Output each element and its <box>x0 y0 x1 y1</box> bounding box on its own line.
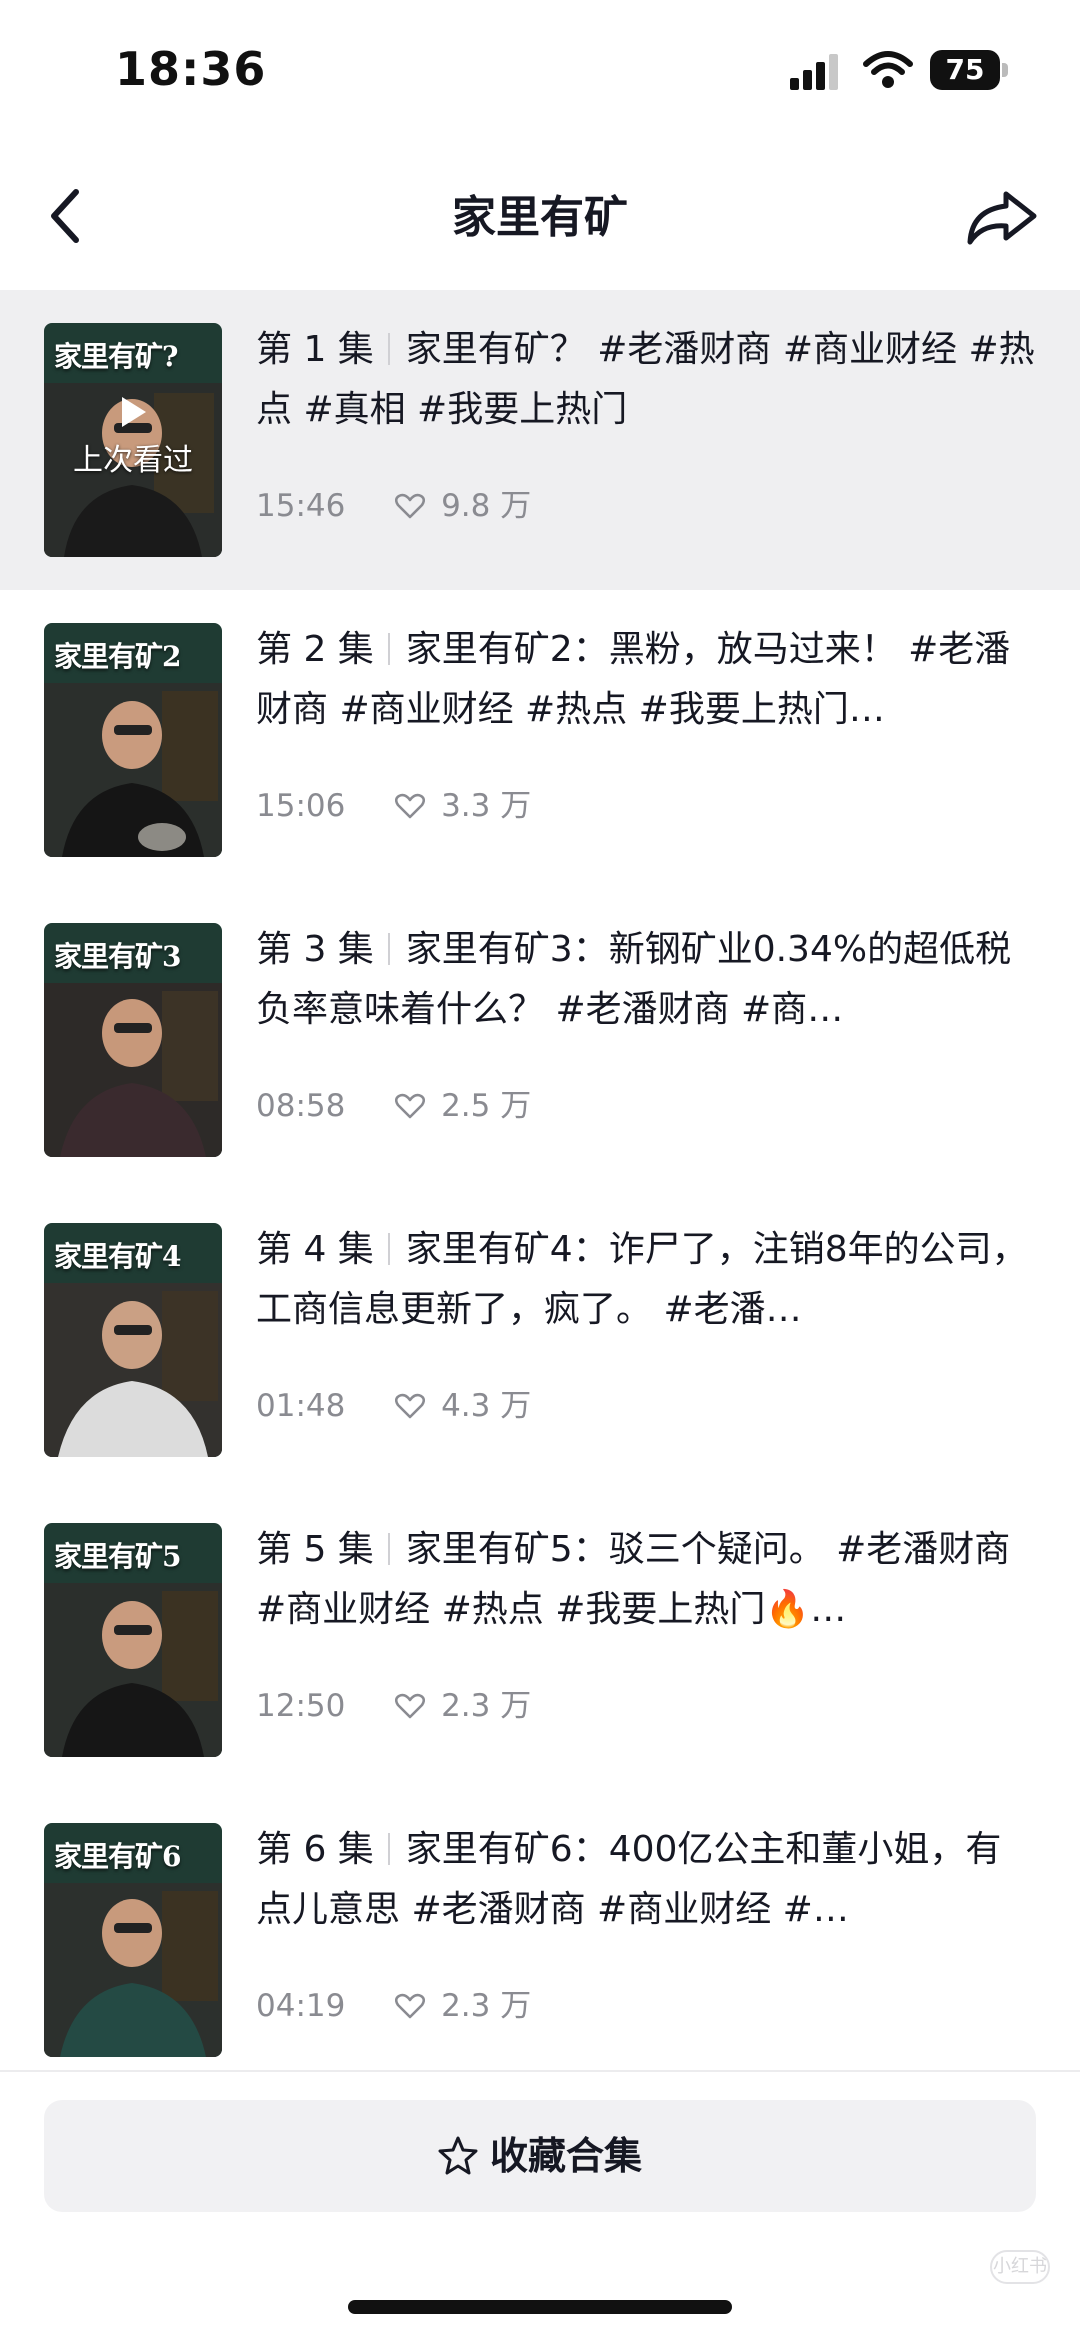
battery-level: 75 <box>930 50 1000 90</box>
episode-meta: 12:50 2.3 万 <box>256 1686 531 1726</box>
episode-title: 第 4 集家里有矿4：诈尸了，注销8年的公司，工商信息更新了，疯了。 #老潘… <box>256 1220 1036 1340</box>
episode-number: 第 2 集 <box>256 629 374 670</box>
episode-duration: 15:46 <box>256 488 346 524</box>
thumbnail-title: 家里有矿6 <box>54 1840 181 1873</box>
episode-item[interactable]: 家里有矿2 第 2 集家里有矿2：黑粉，放马过来！ #老潘财商 #商业财经 #热… <box>0 590 1080 890</box>
episode-meta: 15:06 3.3 万 <box>256 786 531 826</box>
heart-icon <box>395 493 426 519</box>
episode-title: 第 3 集家里有矿3：新钢矿业0.34%的超低税负率意味着什么？ #老潘财商 #… <box>256 920 1036 1040</box>
status-time: 18:36 <box>115 42 267 96</box>
episode-duration: 04:19 <box>256 1988 346 2024</box>
thumbnail-title: 家里有矿2 <box>54 640 181 673</box>
episode-duration: 15:06 <box>256 788 346 824</box>
thumbnail-title: 家里有矿3 <box>54 940 181 973</box>
page-title: 家里有矿 <box>452 192 628 243</box>
last-watched-label: 上次看过 <box>73 443 193 478</box>
episode-duration: 01:48 <box>256 1388 346 1424</box>
episode-number: 第 3 集 <box>256 929 374 970</box>
cellular-icon <box>790 54 838 90</box>
episode-meta: 08:58 2.5 万 <box>256 1086 531 1126</box>
episode-thumbnail[interactable]: 家里有矿2 <box>44 623 222 857</box>
play-icon <box>122 397 146 427</box>
star-icon <box>438 2136 478 2175</box>
episode-item[interactable]: 家里有矿? 上次看过 第 1 集家里有矿？ #老潘财商 #商业财经 #热点 #真… <box>0 290 1080 590</box>
heart-icon <box>395 1093 426 1119</box>
divider <box>387 333 390 365</box>
home-indicator[interactable] <box>348 2300 732 2314</box>
heart-icon <box>395 1993 426 2019</box>
episode-title: 第 1 集家里有矿？ #老潘财商 #商业财经 #热点 #真相 #我要上热门 <box>256 320 1036 440</box>
status-bar: 18:36 75 <box>0 0 1080 150</box>
episode-meta: 15:46 9.8 万 <box>256 486 531 526</box>
episode-duration: 08:58 <box>256 1088 346 1124</box>
episode-meta: 04:19 2.3 万 <box>256 1986 531 2026</box>
nav-bar: 家里有矿 <box>0 150 1080 290</box>
divider <box>387 1533 390 1565</box>
thumbnail-title: 家里有矿? <box>54 340 178 373</box>
episode-thumbnail[interactable]: 家里有矿6 <box>44 1823 222 2057</box>
episode-likes: 3.3 万 <box>441 788 532 824</box>
divider <box>387 633 390 665</box>
thumbnail-title: 家里有矿4 <box>54 1240 181 1273</box>
episode-number: 第 4 集 <box>256 1229 374 1270</box>
episode-number: 第 5 集 <box>256 1529 374 1570</box>
bottom-divider <box>0 2070 1080 2072</box>
episode-item[interactable]: 家里有矿5 第 5 集家里有矿5：驳三个疑问。 #老潘财商 #商业财经 #热点 … <box>0 1490 1080 1790</box>
episode-thumbnail[interactable]: 家里有矿? 上次看过 <box>44 323 222 557</box>
heart-icon <box>395 1693 426 1719</box>
battery-icon: 75 <box>930 50 1008 90</box>
divider <box>387 1233 390 1265</box>
episode-meta: 01:48 4.3 万 <box>256 1386 531 1426</box>
episode-likes: 2.5 万 <box>441 1088 532 1124</box>
heart-icon <box>395 793 426 819</box>
episode-thumbnail[interactable]: 家里有矿3 <box>44 923 222 1157</box>
watermark: 小红书 <box>990 2250 1050 2284</box>
episode-likes: 2.3 万 <box>441 1688 532 1724</box>
episode-number: 第 1 集 <box>256 329 374 370</box>
episode-thumbnail[interactable]: 家里有矿5 <box>44 1523 222 1757</box>
episode-title: 第 5 集家里有矿5：驳三个疑问。 #老潘财商 #商业财经 #热点 #我要上热门… <box>256 1520 1036 1640</box>
back-icon[interactable] <box>36 176 116 256</box>
episode-item[interactable]: 家里有矿3 第 3 集家里有矿3：新钢矿业0.34%的超低税负率意味着什么？ #… <box>0 890 1080 1190</box>
episode-title: 第 6 集家里有矿6：400亿公主和董小姐，有点儿意思 #老潘财商 #商业财经 … <box>256 1820 1036 1940</box>
resume-overlay: 上次看过 <box>44 395 222 479</box>
episode-likes: 4.3 万 <box>441 1388 532 1424</box>
divider <box>387 933 390 965</box>
episode-list[interactable]: 家里有矿? 上次看过 第 1 集家里有矿？ #老潘财商 #商业财经 #热点 #真… <box>0 290 1080 2070</box>
thumbnail-title: 家里有矿5 <box>54 1540 181 1573</box>
wifi-icon <box>863 51 913 88</box>
collect-collection-button[interactable]: 收藏合集 <box>44 2100 1036 2212</box>
episode-duration: 12:50 <box>256 1688 346 1724</box>
episode-number: 第 6 集 <box>256 1829 374 1870</box>
episode-thumbnail[interactable]: 家里有矿4 <box>44 1223 222 1457</box>
episode-item[interactable]: 家里有矿4 第 4 集家里有矿4：诈尸了，注销8年的公司，工商信息更新了，疯了。… <box>0 1190 1080 1490</box>
episode-item[interactable]: 家里有矿6 第 6 集家里有矿6：400亿公主和董小姐，有点儿意思 #老潘财商 … <box>0 1790 1080 2070</box>
divider <box>387 1833 390 1865</box>
heart-icon <box>395 1393 426 1419</box>
collect-label: 收藏合集 <box>489 2134 642 2178</box>
share-icon[interactable] <box>960 176 1044 256</box>
episode-likes: 2.3 万 <box>441 1988 532 2024</box>
episode-likes: 9.8 万 <box>441 488 532 524</box>
episode-title: 第 2 集家里有矿2：黑粉，放马过来！ #老潘财商 #商业财经 #热点 #我要上… <box>256 620 1036 740</box>
